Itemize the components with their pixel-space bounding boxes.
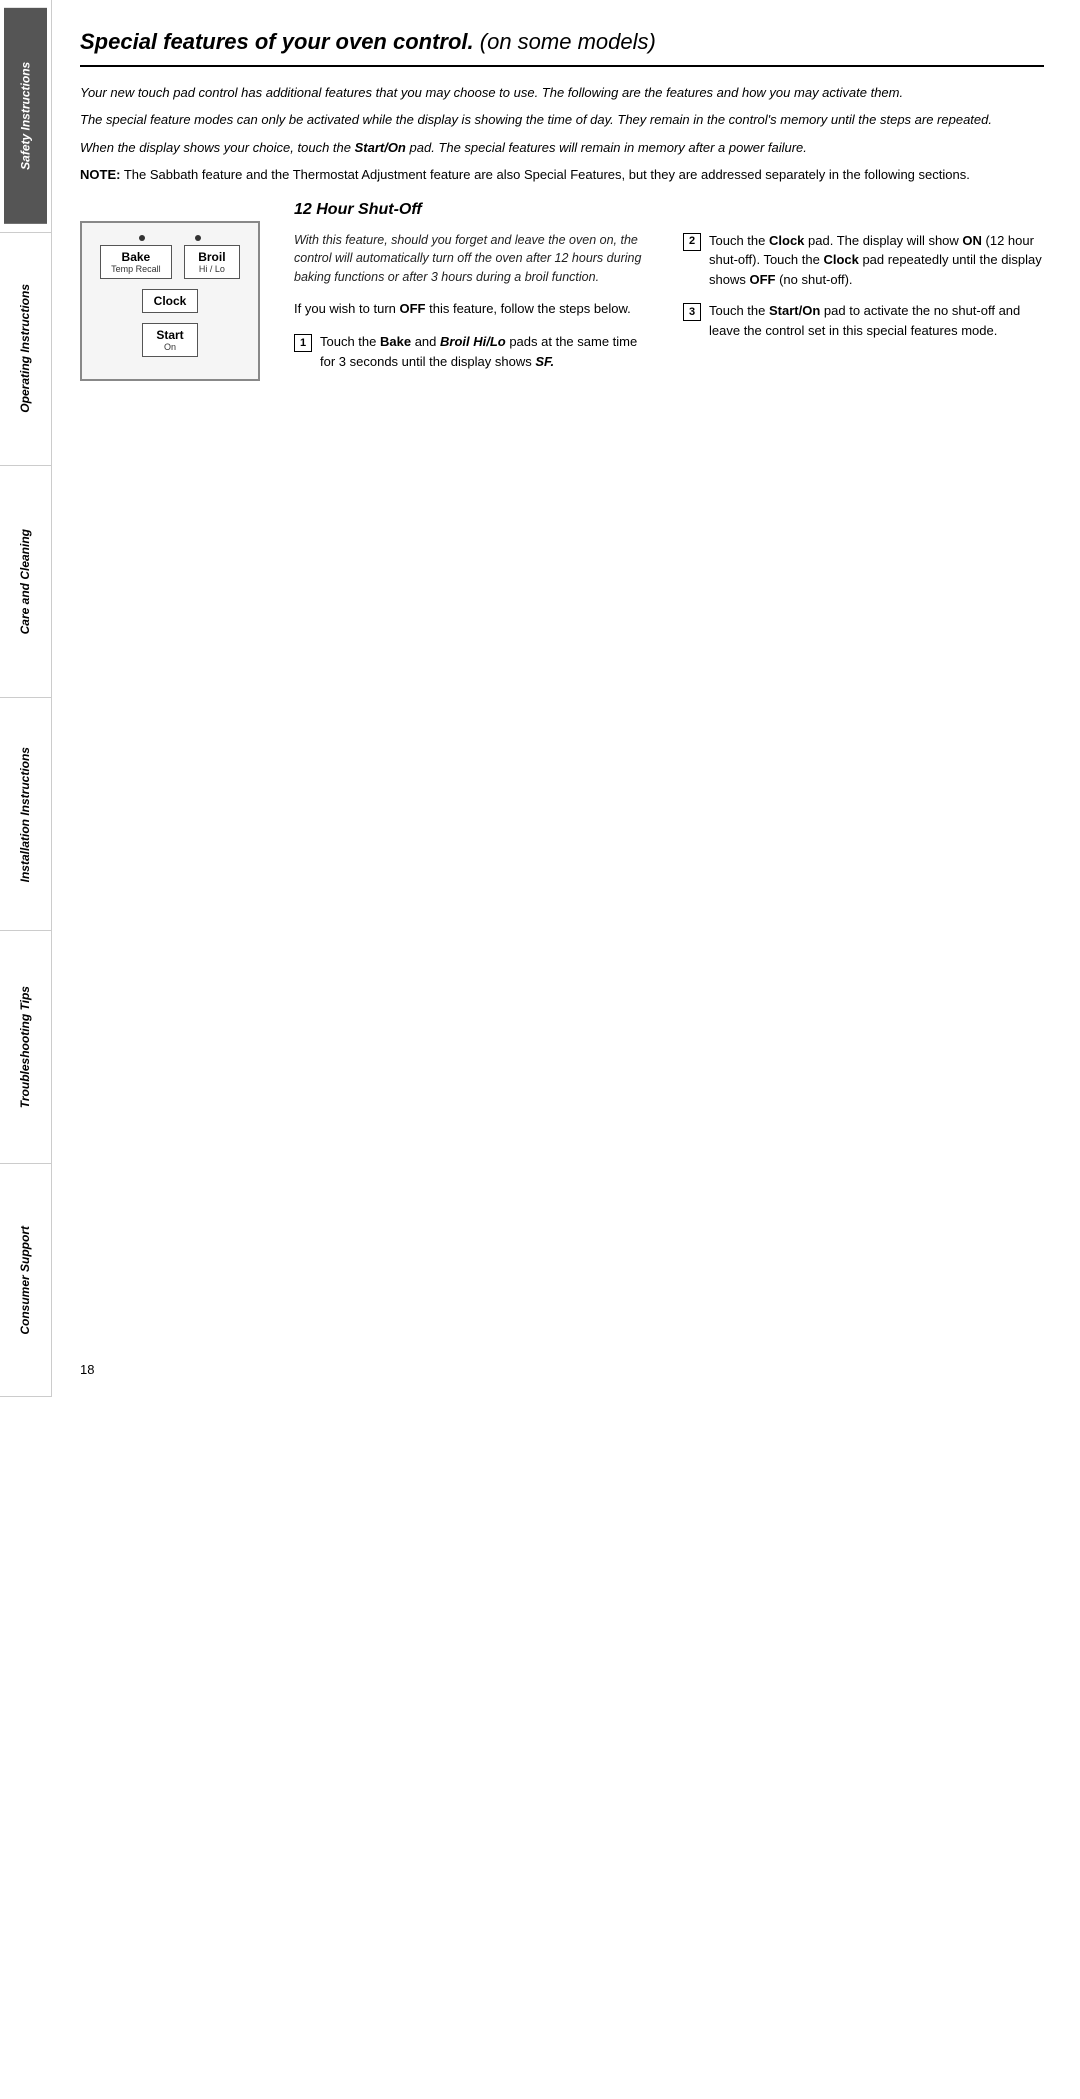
step-2-num: 2 <box>683 233 701 251</box>
step-1-text: Touch the Bake and Broil Hi/Lo pads at t… <box>320 332 655 371</box>
step-3-text: Touch the Start/On pad to activate the n… <box>709 301 1044 340</box>
broil-label: Broil <box>198 250 225 264</box>
broil-button[interactable]: Broil Hi / Lo <box>184 245 240 279</box>
step-3: 3 Touch the Start/On pad to activate the… <box>683 301 1044 340</box>
sidebar-item-care[interactable]: Care and Cleaning <box>0 466 51 699</box>
step-2-text: Touch the Clock pad. The display will sh… <box>709 231 1044 290</box>
sidebar-item-installation[interactable]: Installation Instructions <box>0 698 51 931</box>
page-number: 18 <box>80 1362 94 1377</box>
off-instr-end: this feature, follow the steps below. <box>426 301 631 316</box>
intro3-start: When the display shows your choice, touc… <box>80 140 355 155</box>
start-button[interactable]: Start On <box>142 323 198 357</box>
broil-sub-label: Hi / Lo <box>195 264 229 274</box>
step-1-num: 1 <box>294 334 312 352</box>
intro3-end: pad. The special features will remain in… <box>406 140 807 155</box>
page-title: Special features of your oven control. (… <box>80 28 1044 67</box>
start-label: Start <box>156 328 183 342</box>
step-1: 1 Touch the Bake and Broil Hi/Lo pads at… <box>294 332 655 371</box>
diagram-start-row: Start On <box>94 323 246 357</box>
steps-right: 2 Touch the Clock pad. The display will … <box>683 231 1044 384</box>
clock-button[interactable]: Clock <box>142 289 198 313</box>
intro-paragraph-3: When the display shows your choice, touc… <box>80 138 1044 158</box>
oven-diagram: Bake Temp Recall Broil Hi / Lo Clock S <box>80 221 260 381</box>
steps-layout: With this feature, should you forget and… <box>294 231 1044 384</box>
sidebar-label-installation: Installation Instructions <box>18 747 32 882</box>
dot-row <box>94 235 246 241</box>
sidebar-item-operating[interactable]: Operating Instructions <box>0 233 51 466</box>
dot-right <box>195 235 201 241</box>
step-2: 2 Touch the Clock pad. The display will … <box>683 231 1044 290</box>
sidebar-item-consumer[interactable]: Consumer Support <box>0 1164 51 1397</box>
sidebar-label-troubleshooting: Troubleshooting Tips <box>18 986 32 1108</box>
feature-intro: With this feature, should you forget and… <box>294 231 655 287</box>
sidebar-label-consumer: Consumer Support <box>18 1226 32 1335</box>
intro3-bold: Start/On <box>355 140 406 155</box>
bake-button[interactable]: Bake Temp Recall <box>100 245 172 279</box>
diagram-top-row: Bake Temp Recall Broil Hi / Lo <box>94 245 246 279</box>
step-3-num: 3 <box>683 303 701 321</box>
off-instr-bold: OFF <box>400 301 426 316</box>
clock-label: Clock <box>154 294 187 308</box>
intro-paragraph-2: The special feature modes can only be ac… <box>80 110 1044 130</box>
diagram-column: Bake Temp Recall Broil Hi / Lo Clock S <box>80 201 270 384</box>
title-text: Special features of your oven control. <box>80 29 474 54</box>
sidebar-label-safety: Safety Instructions <box>4 8 47 224</box>
content-area: Bake Temp Recall Broil Hi / Lo Clock S <box>80 201 1044 384</box>
note-label: NOTE: <box>80 167 120 182</box>
note-body: The Sabbath feature and the Thermostat A… <box>120 167 969 182</box>
right-column: 12 Hour Shut-Off With this feature, shou… <box>294 201 1044 384</box>
off-instruction: If you wish to turn OFF this feature, fo… <box>294 299 655 319</box>
sidebar: Safety Instructions Operating Instructio… <box>0 0 52 1397</box>
section-heading: 12 Hour Shut-Off <box>294 201 1044 219</box>
sidebar-label-care: Care and Cleaning <box>18 529 32 634</box>
title-subtitle: (on some models) <box>474 29 656 54</box>
steps-left: With this feature, should you forget and… <box>294 231 655 384</box>
sidebar-label-operating: Operating Instructions <box>18 284 32 413</box>
note-paragraph: NOTE: The Sabbath feature and the Thermo… <box>80 165 1044 185</box>
intro-paragraph-1: Your new touch pad control has additiona… <box>80 83 1044 103</box>
diagram-clock-row: Clock <box>94 289 246 313</box>
bake-sub-label: Temp Recall <box>111 264 161 274</box>
sidebar-item-safety[interactable]: Safety Instructions <box>0 0 51 233</box>
dot-left <box>139 235 145 241</box>
main-content: Special features of your oven control. (… <box>52 0 1080 1397</box>
bake-label: Bake <box>122 250 151 264</box>
off-instr-start: If you wish to turn <box>294 301 400 316</box>
sidebar-item-troubleshooting[interactable]: Troubleshooting Tips <box>0 931 51 1164</box>
start-sub-label: On <box>153 342 187 352</box>
